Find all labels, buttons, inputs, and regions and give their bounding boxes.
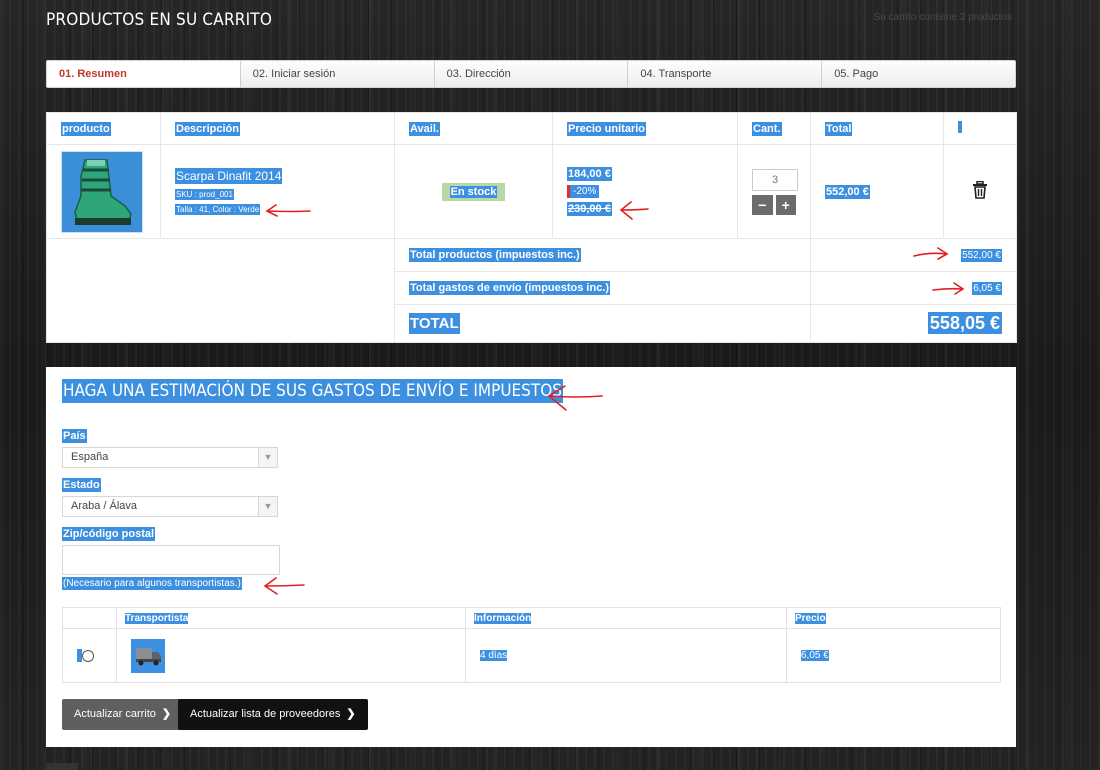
col-info: Información: [465, 607, 787, 629]
carriers-table: Transportista Información Precio 4 días …: [62, 607, 1001, 683]
step-shipping[interactable]: 04. Transporte: [628, 61, 823, 87]
boot-image[interactable]: [61, 150, 143, 233]
truck-icon: [131, 638, 165, 673]
col-delete: [943, 112, 1017, 145]
col-product: producto: [46, 112, 161, 145]
footer-fragment: [46, 763, 78, 770]
carrier-info-cell: 4 días: [465, 628, 787, 683]
shipping-total-value-cell: 6,05 €: [810, 271, 1017, 305]
state-label: Estado: [62, 478, 101, 492]
cart-count-text: Su carrito contiene 3 productos: [873, 12, 1012, 23]
page-title: PRODUCTOS EN SU CARRITO: [46, 10, 273, 30]
qty-cell: 3 − +: [737, 144, 811, 239]
step-address[interactable]: 03. Dirección: [435, 61, 629, 87]
chevron-right-icon: ❯: [346, 708, 356, 720]
shipping-total-label-cell: Total gastos de envío (impuestos inc.): [394, 271, 811, 305]
grand-total-label-cell: TOTAL: [394, 304, 811, 343]
col-description: Descripción: [160, 112, 395, 145]
state-select[interactable]: Araba / Álava ▼: [62, 496, 278, 517]
products-total-value-cell: 552,00 €: [810, 238, 1017, 272]
cart-panel: producto Descripción Avail. Precio unita…: [46, 112, 1017, 343]
carrier-radio[interactable]: [82, 649, 94, 662]
carrier-radio-cell: [62, 628, 117, 683]
availability-cell: En stock: [394, 144, 553, 239]
line-total-cell: 552,00 €: [810, 144, 944, 239]
availability-badge: En stock: [441, 182, 506, 201]
step-payment[interactable]: 05. Pago: [822, 61, 1015, 87]
col-carrier: Transportista: [116, 607, 466, 629]
carriers-header-row: Transportista Información Precio: [62, 607, 1001, 629]
country-select[interactable]: España ▼: [62, 447, 278, 468]
step-login[interactable]: 02. Iniciar sesión: [241, 61, 435, 87]
quantity-input[interactable]: 3: [752, 168, 798, 191]
chevron-down-icon: ▼: [258, 448, 277, 467]
unit-price-cell: 184,00 € -20% 230,00 €: [552, 144, 738, 239]
old-price: 230,00 €: [567, 202, 612, 216]
quantity-decrease-button[interactable]: −: [752, 194, 773, 215]
grand-total-value-cell: 558,05 €: [810, 304, 1017, 343]
unit-price: 184,00 €: [567, 167, 612, 181]
checkout-steps: 01. Resumen 02. Iniciar sesión 03. Direc…: [46, 60, 1016, 88]
zip-hint: (Necesario para algunos transportistas.): [62, 577, 242, 590]
delete-cell: [943, 144, 1017, 239]
estimate-title: HAGA UNA ESTIMACIÓN DE SUS GASTOS DE ENV…: [62, 379, 563, 403]
shipping-estimate-panel: HAGA UNA ESTIMACIÓN DE SUS GASTOS DE ENV…: [46, 367, 1016, 747]
cart-item-row: Scarpa Dinafit 2014 SKU : prod_001 Talla…: [46, 144, 1017, 239]
col-qty: Cant.: [737, 112, 811, 145]
carrier-price-cell: 6,05 €: [786, 628, 1001, 683]
zip-label: Zip/código postal: [62, 527, 156, 541]
trash-icon[interactable]: [972, 180, 988, 202]
step-summary[interactable]: 01. Resumen: [47, 61, 241, 87]
carrier-logo-cell: [116, 628, 466, 683]
carrier-row[interactable]: 4 días 6,05 €: [62, 628, 1001, 683]
quantity-increase-button[interactable]: +: [775, 194, 796, 215]
cart-table: producto Descripción Avail. Precio unita…: [46, 112, 1017, 343]
product-description-cell: Scarpa Dinafit 2014 SKU : prod_001 Talla…: [160, 144, 395, 239]
col-unit-price: Precio unitario: [552, 112, 738, 145]
product-name-link[interactable]: Scarpa Dinafit 2014: [175, 167, 283, 184]
products-total-row: Total productos (impuestos inc.) 552,00 …: [46, 238, 1017, 343]
zip-input[interactable]: [62, 545, 280, 575]
country-label: País: [62, 429, 87, 443]
product-sku: SKU : prod_001: [175, 188, 234, 200]
col-price: Precio: [786, 607, 1001, 629]
chevron-right-icon: ❯: [161, 708, 172, 720]
product-image-cell: [46, 144, 161, 239]
line-total: 552,00 €: [825, 184, 870, 199]
col-avail: Avail.: [394, 112, 553, 145]
chevron-down-icon: ▼: [258, 497, 277, 516]
products-total-label-cell: Total productos (impuestos inc.): [394, 238, 811, 272]
product-attributes: Talla : 41, Color : Verde: [175, 203, 261, 215]
cart-header-row: producto Descripción Avail. Precio unita…: [46, 112, 1017, 145]
update-carriers-button[interactable]: Actualizar lista de proveedores ❯: [178, 699, 368, 730]
update-cart-button[interactable]: Actualizar carrito ❯: [62, 699, 184, 730]
discount-badge: -20%: [567, 185, 600, 198]
col-total: Total: [810, 112, 944, 145]
